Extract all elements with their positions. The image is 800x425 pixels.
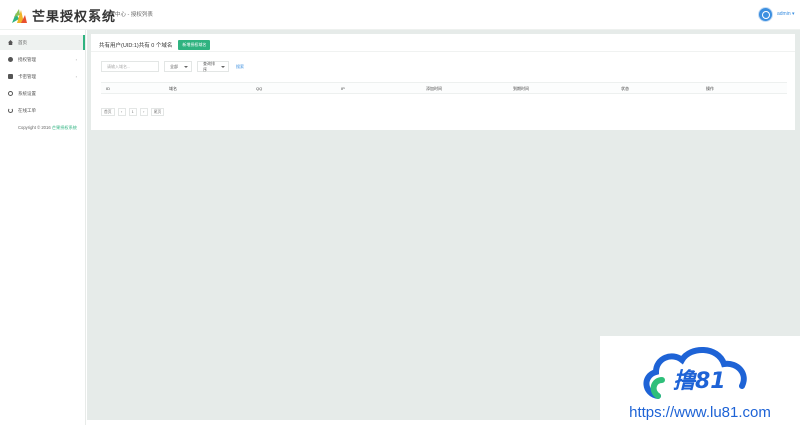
divider xyxy=(91,51,795,52)
sidebar-item-home[interactable]: 首页 xyxy=(0,35,85,50)
menu-toggle-icon[interactable] xyxy=(90,9,100,19)
type-select[interactable]: 全部 xyxy=(164,61,192,72)
column-header-added[interactable]: 添加时间 xyxy=(426,86,442,92)
sidebar: 首页 授权管理 › 卡密管理 › 系统设置 在线工单 Copyright © 2… xyxy=(0,30,86,425)
logo-icon xyxy=(12,8,27,23)
sidebar-item-label: 授权管理 xyxy=(18,56,36,62)
copyright: Copyright © 2016 芒果授权系统 xyxy=(18,124,78,131)
chevron-right-icon: › xyxy=(75,57,77,62)
chevron-down-icon xyxy=(221,66,225,68)
card-title: 共有用户(UID:1)共有 0 个域名 xyxy=(99,43,173,49)
last-page-button[interactable]: 尾页 xyxy=(150,108,165,116)
column-header-actions[interactable]: 操作 xyxy=(706,86,714,92)
page-1-button[interactable]: 1 xyxy=(128,108,137,116)
sidebar-item-cards[interactable]: 卡密管理 › xyxy=(0,69,85,84)
watermark: 撸81 https://www.lu81.com xyxy=(600,336,800,425)
column-header-expiry[interactable]: 到期时间 xyxy=(513,86,529,92)
card-icon xyxy=(8,74,13,79)
sidebar-item-label: 在线工单 xyxy=(18,107,36,113)
copyright-text: Copyright © 2016 xyxy=(18,125,52,130)
pagination: 首页 ‹ 1 › 尾页 xyxy=(101,108,165,116)
app-root: 芒果授权系统 用户中心 - 授权列表 admin ▾ 首页 授权管理 › 卡密管… xyxy=(0,0,800,425)
type-select-value: 全部 xyxy=(170,63,178,69)
top-bar: 芒果授权系统 用户中心 - 授权列表 admin ▾ xyxy=(0,0,800,30)
sort-select[interactable]: 查询排序 xyxy=(197,61,229,72)
disc-icon xyxy=(8,57,13,62)
prev-page-button[interactable]: ‹ xyxy=(117,108,126,116)
sidebar-item-label: 卡密管理 xyxy=(18,73,36,79)
ticket-icon xyxy=(8,108,13,113)
gear-icon xyxy=(8,91,13,96)
sort-select-value: 查询排序 xyxy=(203,60,215,72)
card-header: 共有用户(UID:1)共有 0 个域名 新增授权域名 xyxy=(99,40,211,50)
license-table: ID 域名 QQ IP 添加时间 到期时间 状态 操作 xyxy=(101,82,787,94)
column-header-status[interactable]: 状态 xyxy=(621,86,629,92)
logo[interactable]: 芒果授权系统 xyxy=(10,6,116,25)
table-header: ID 域名 QQ IP 添加时间 到期时间 状态 操作 xyxy=(101,82,787,94)
column-header-ip[interactable]: IP xyxy=(341,86,345,91)
license-list-card: 共有用户(UID:1)共有 0 个域名 新增授权域名 全部 查询排序 搜索 ID xyxy=(91,34,795,130)
column-header-id[interactable]: ID xyxy=(106,86,110,91)
chevron-right-icon: › xyxy=(75,74,77,79)
search-button[interactable]: 搜索 xyxy=(234,64,244,70)
sidebar-item-label: 系统设置 xyxy=(18,90,36,96)
next-page-button[interactable]: › xyxy=(139,108,148,116)
add-domain-button[interactable]: 新增授权域名 xyxy=(178,40,211,50)
sidebar-item-tickets[interactable]: 在线工单 xyxy=(0,103,85,118)
user-menu[interactable]: admin ▾ xyxy=(777,11,795,17)
watermark-brand: 撸81 xyxy=(673,369,726,394)
column-header-domain[interactable]: 域名 xyxy=(169,86,177,92)
column-header-qq[interactable]: QQ xyxy=(256,86,262,91)
filter-bar: 全部 查询排序 搜索 xyxy=(101,61,244,72)
breadcrumb: 用户中心 - 授权列表 xyxy=(104,12,153,18)
sidebar-item-license[interactable]: 授权管理 › xyxy=(0,52,85,67)
sidebar-item-label: 首页 xyxy=(18,39,27,45)
sidebar-item-settings[interactable]: 系统设置 xyxy=(0,86,85,101)
watermark-url: https://www.lu81.com xyxy=(629,404,771,421)
copyright-link[interactable]: 芒果授权系统 xyxy=(52,125,77,130)
chevron-down-icon xyxy=(184,66,188,68)
first-page-button[interactable]: 首页 xyxy=(101,108,115,116)
search-input[interactable] xyxy=(101,61,159,72)
home-icon xyxy=(8,40,13,45)
avatar[interactable] xyxy=(758,7,773,22)
